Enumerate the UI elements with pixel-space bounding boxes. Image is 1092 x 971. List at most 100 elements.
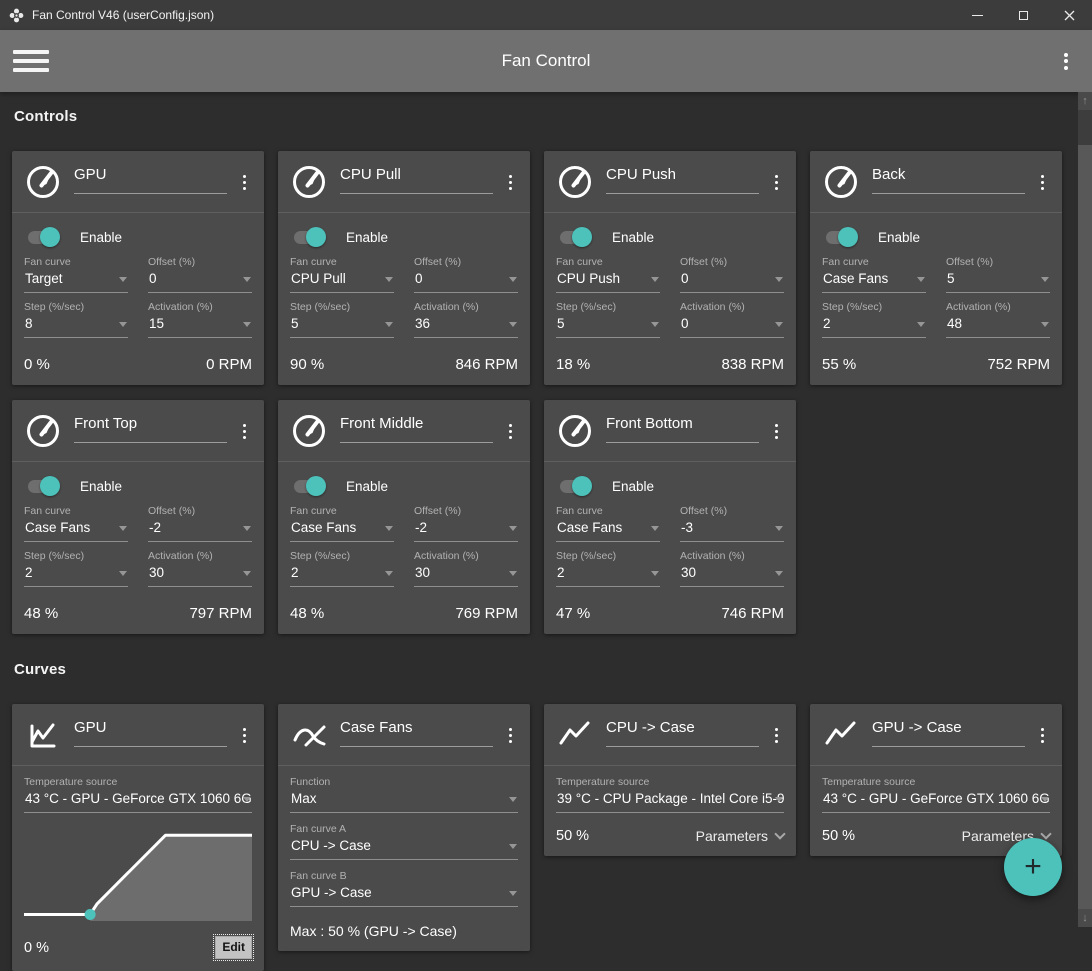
offset-value: -2 [149,520,162,535]
dropdown-arrow-icon [775,322,783,327]
add-button[interactable]: + [1004,838,1062,896]
parameters-expander[interactable]: Parameters [696,828,786,844]
activation-select[interactable]: 30 [148,562,252,587]
offset-select[interactable]: 5 [946,268,1050,293]
enable-toggle[interactable] [558,476,592,496]
card-kebab-menu-icon[interactable] [237,169,253,196]
activation-select[interactable]: 30 [680,562,784,587]
enable-label: Enable [346,229,389,245]
temperature-source-select[interactable]: 43 °C - GPU - GeForce GTX 1060 6GB [24,788,252,813]
card-kebab-menu-icon[interactable] [237,418,253,445]
card-kebab-menu-icon[interactable] [237,722,253,749]
function-select[interactable]: Max [290,788,518,813]
enable-toggle[interactable] [292,227,326,247]
enable-toggle[interactable] [26,476,60,496]
dropdown-arrow-icon [385,277,393,282]
curve-name-field[interactable]: CPU -> Case [606,719,759,747]
header-kebab-menu-icon[interactable] [1058,47,1074,75]
control-title: CPU Pull [340,166,401,183]
offset-label: Offset (%) [414,505,462,517]
dropdown-arrow-icon [509,277,517,282]
vertical-scrollbar[interactable]: ↑ ↓ [1078,92,1092,927]
temperature-source-select[interactable]: 43 °C - GPU - GeForce GTX 1060 6GB [822,788,1050,813]
step-select[interactable]: 5 [290,313,394,338]
enable-toggle[interactable] [26,227,60,247]
step-field: Step (%/sec) 8 [24,301,128,338]
card-kebab-menu-icon[interactable] [769,169,785,196]
offset-select[interactable]: 0 [148,268,252,293]
fan-curve-label: Fan curve [24,256,71,268]
fan-curve-a-select[interactable]: CPU -> Case [290,835,518,860]
fan-curve-b-select[interactable]: GPU -> Case [290,882,518,907]
card-kebab-menu-icon[interactable] [503,722,519,749]
fan-curve-select[interactable]: Case Fans [822,268,926,293]
step-select[interactable]: 2 [24,562,128,587]
control-name-field[interactable]: Back [872,166,1025,194]
step-select[interactable]: 8 [24,313,128,338]
step-select[interactable]: 2 [556,562,660,587]
offset-select[interactable]: 0 [680,268,784,293]
card-kebab-menu-icon[interactable] [1035,722,1051,749]
control-name-field[interactable]: Front Middle [340,415,493,443]
curve-point-handle[interactable] [84,908,96,920]
activation-select[interactable]: 48 [946,313,1050,338]
dropdown-arrow-icon [119,322,127,327]
control-name-field[interactable]: Front Top [74,415,227,443]
control-name-field[interactable]: Front Bottom [606,415,759,443]
hamburger-menu-icon[interactable] [13,45,49,77]
fan-rpm: 0 RPM [206,356,252,373]
step-select[interactable]: 2 [290,562,394,587]
activation-select[interactable]: 36 [414,313,518,338]
field-grid: Fan curve Case Fans Offset (%) -2 Step (… [24,505,252,587]
curve-name-field[interactable]: GPU -> Case [872,719,1025,747]
offset-value: 0 [681,271,689,286]
activation-select[interactable]: 0 [680,313,784,338]
fan-curve-select[interactable]: CPU Push [556,268,660,293]
offset-select[interactable]: 0 [414,268,518,293]
enable-toggle[interactable] [558,227,592,247]
fan-curve-select[interactable]: Target [24,268,128,293]
enable-label: Enable [80,478,123,494]
maximize-button[interactable] [1000,0,1046,30]
step-select[interactable]: 5 [556,313,660,338]
fan-control-card: CPU Pull Enable Fan curve CPU Pull Offse… [278,151,530,385]
curve-name-field[interactable]: GPU [74,719,227,747]
fan-percent: 48 % [24,605,59,622]
offset-field: Offset (%) -3 [680,505,784,542]
fan-curve-select[interactable]: CPU Pull [290,268,394,293]
offset-select[interactable]: -3 [680,517,784,542]
card-kebab-menu-icon[interactable] [503,418,519,445]
enable-toggle[interactable] [824,227,858,247]
control-name-field[interactable]: GPU [74,166,227,194]
temperature-source-select[interactable]: 39 °C - CPU Package - Intel Core i5-9 [556,788,784,813]
dropdown-arrow-icon [651,571,659,576]
minimize-button[interactable] [954,0,1000,30]
fan-curve-chart[interactable] [24,827,252,921]
enable-row: Enable [24,227,252,247]
scroll-down-button[interactable]: ↓ [1078,909,1092,927]
card-kebab-menu-icon[interactable] [503,169,519,196]
activation-select[interactable]: 30 [414,562,518,587]
status-row: 48 % 769 RPM [290,605,518,622]
control-name-field[interactable]: CPU Pull [340,166,493,194]
activation-select[interactable]: 15 [148,313,252,338]
control-name-field[interactable]: CPU Push [606,166,759,194]
scrollbar-thumb[interactable] [1078,145,1092,909]
offset-select[interactable]: -2 [414,517,518,542]
curve-status-row: 50 % Parameters [556,828,786,844]
card-kebab-menu-icon[interactable] [1035,169,1051,196]
fan-curve-select[interactable]: Case Fans [290,517,394,542]
offset-select[interactable]: -2 [148,517,252,542]
step-select[interactable]: 2 [822,313,926,338]
fan-curve-select[interactable]: Case Fans [24,517,128,542]
enable-row: Enable [556,476,784,496]
enable-toggle[interactable] [292,476,326,496]
card-kebab-menu-icon[interactable] [769,418,785,445]
edit-button[interactable]: Edit [213,934,254,961]
close-button[interactable] [1046,0,1092,30]
fan-curve-select[interactable]: Case Fans [556,517,660,542]
scroll-up-button[interactable]: ↑ [1078,92,1092,110]
card-kebab-menu-icon[interactable] [769,722,785,749]
curve-name-field[interactable]: Case Fans [340,719,493,747]
card-header: Front Top [24,412,252,450]
